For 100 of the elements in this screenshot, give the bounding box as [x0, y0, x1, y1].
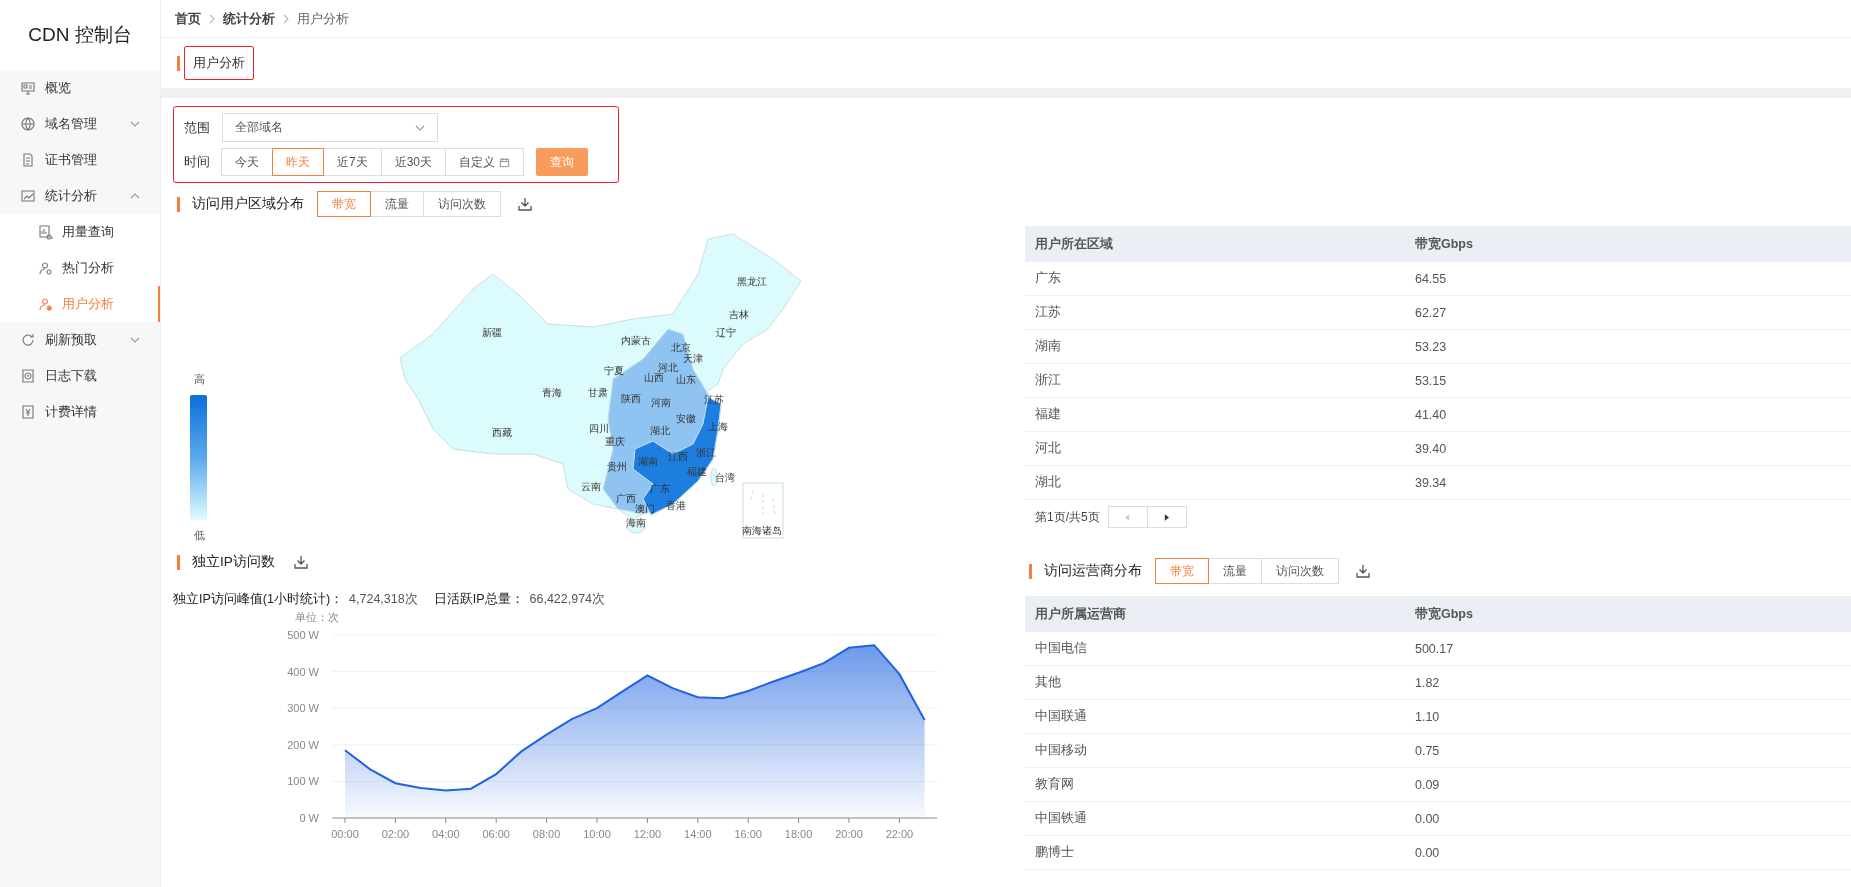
sidebar-item[interactable]: 刷新预取	[0, 322, 160, 358]
province-label: 云南	[581, 481, 601, 492]
province-label: 吉林	[729, 309, 749, 320]
sidebar-subitem[interactable]: 用量查询	[0, 214, 160, 250]
receipt-icon	[20, 404, 36, 420]
time-range-button[interactable]: 自定义	[445, 148, 525, 176]
stat-value: 4,724,318次	[349, 591, 418, 608]
table-cell: 广东	[1025, 262, 1405, 296]
sidebar-item[interactable]: 概览	[0, 70, 160, 106]
monitor-icon	[20, 80, 36, 96]
province-label: 河南	[651, 397, 671, 408]
table-cell: 53.15	[1404, 363, 1851, 398]
table-cell: 其他	[1025, 665, 1405, 700]
column-header: 用户所在区域	[1025, 226, 1405, 262]
table-cell: 教育网	[1025, 767, 1405, 802]
chart-search-icon	[38, 224, 54, 240]
table-cell: 湖北	[1025, 465, 1405, 500]
table-cell: 500.17	[1404, 632, 1851, 666]
province-label: 台湾	[715, 472, 735, 483]
sidebar-item[interactable]: 日志下载	[0, 358, 160, 394]
sidebar-item[interactable]: 统计分析	[0, 178, 160, 214]
x-axis-label: 02:00	[381, 828, 410, 840]
y-axis-label: 300 W	[287, 702, 319, 715]
province-label: 新疆	[482, 327, 502, 338]
time-range-button[interactable]: 近7天	[323, 148, 382, 176]
table-cell: 1.82	[1404, 665, 1851, 700]
x-axis-label: 04:00	[432, 828, 460, 840]
table-cell: 41.40	[1404, 397, 1851, 432]
triangle-left-icon	[1125, 513, 1131, 521]
triangle-right-icon	[1164, 513, 1170, 521]
x-axis-label: 14:00	[684, 828, 712, 840]
download-icon[interactable]	[292, 554, 309, 570]
column-header: 用户所属运营商	[1025, 596, 1405, 632]
breadcrumb-link[interactable]: 统计分析	[223, 9, 275, 28]
x-axis-label: 06:00	[482, 828, 510, 840]
x-axis-label: 16:00	[734, 828, 762, 840]
chart-unit-label: 单位：次	[295, 610, 340, 625]
stat-value: 66,422,974次	[529, 591, 606, 608]
province-label: 安徽	[676, 413, 696, 424]
chevron-down-icon	[415, 124, 425, 131]
chevron-down-icon	[130, 121, 140, 127]
province-label: 江西	[668, 451, 688, 462]
province-label: 贵州	[607, 461, 627, 472]
refresh-icon	[20, 332, 36, 348]
user-icon	[38, 260, 54, 276]
province-label: 四川	[589, 423, 609, 434]
province-label: 海南	[626, 517, 646, 528]
x-axis-label: 00:00	[331, 828, 359, 840]
metric-tab[interactable]: 访问次数	[1261, 558, 1339, 584]
table-cell: 62.27	[1404, 295, 1851, 330]
legend-high-label: 高	[193, 373, 205, 385]
table-cell: 39.40	[1404, 431, 1851, 466]
province-label: 湖南	[638, 456, 658, 467]
province-label: 河北	[658, 362, 678, 373]
download-icon[interactable]	[517, 196, 533, 212]
province-label: 青海	[542, 387, 562, 398]
province-label: 陕西	[621, 393, 641, 404]
x-axis-label: 22:00	[885, 828, 914, 840]
chevron-up-icon	[130, 193, 140, 199]
x-axis-label: 08:00	[532, 828, 561, 840]
sidebar-item[interactable]: 计费详情	[0, 394, 160, 430]
province-label: 山东	[676, 374, 696, 385]
table-cell: 0.09	[1404, 767, 1851, 802]
province-label: 广东	[650, 483, 670, 494]
table-cell: 湖南	[1025, 329, 1405, 364]
clock-document-icon	[20, 368, 36, 384]
chevron-down-icon	[130, 337, 140, 343]
table-cell: 浙江	[1025, 363, 1405, 398]
filter-label: 时间	[184, 153, 211, 171]
time-range-button[interactable]: 近30天	[380, 148, 447, 176]
province-label: 广西	[616, 493, 636, 504]
scope-dropdown[interactable]: 全部域名	[222, 113, 438, 142]
page-title: 用户分析	[184, 46, 254, 80]
metric-tab[interactable]: 访问次数	[423, 191, 501, 217]
document-icon	[20, 152, 36, 168]
table-cell: 0.75	[1404, 733, 1851, 768]
province-label: 北京	[671, 342, 691, 353]
stat-label: 日活跃IP总量：	[433, 591, 524, 608]
y-axis-label: 100 W	[287, 775, 319, 788]
sidebar-item[interactable]: 域名管理	[0, 106, 160, 142]
breadcrumb-link[interactable]: 首页	[175, 9, 201, 28]
metric-tab[interactable]: 流量	[370, 191, 424, 217]
sidebar-item[interactable]: 证书管理	[0, 142, 160, 178]
download-icon[interactable]	[1355, 563, 1371, 579]
metric-tab[interactable]: 流量	[1208, 558, 1262, 584]
province-label: 甘肃	[588, 387, 608, 398]
filter-label: 范围	[184, 118, 211, 137]
y-axis-label: 0 W	[299, 812, 319, 824]
stat-label: 独立IP访问峰值(1小时统计)：	[173, 591, 344, 608]
section-title: 访问运营商分布	[1044, 562, 1142, 580]
province-label: 黑龙江	[737, 276, 767, 287]
sidebar-subitem[interactable]: 热门分析	[0, 250, 160, 286]
x-axis-label: 12:00	[633, 828, 662, 840]
section-title: 访问用户区域分布	[192, 195, 304, 213]
column-header: 带宽Gbps	[1404, 226, 1851, 262]
time-range-button[interactable]: 今天	[221, 148, 273, 176]
table-cell: 1.10	[1404, 699, 1851, 734]
province-label: 山西	[644, 372, 664, 383]
province-label: 南海诸岛	[742, 525, 782, 536]
chevron-right-icon	[283, 13, 289, 24]
